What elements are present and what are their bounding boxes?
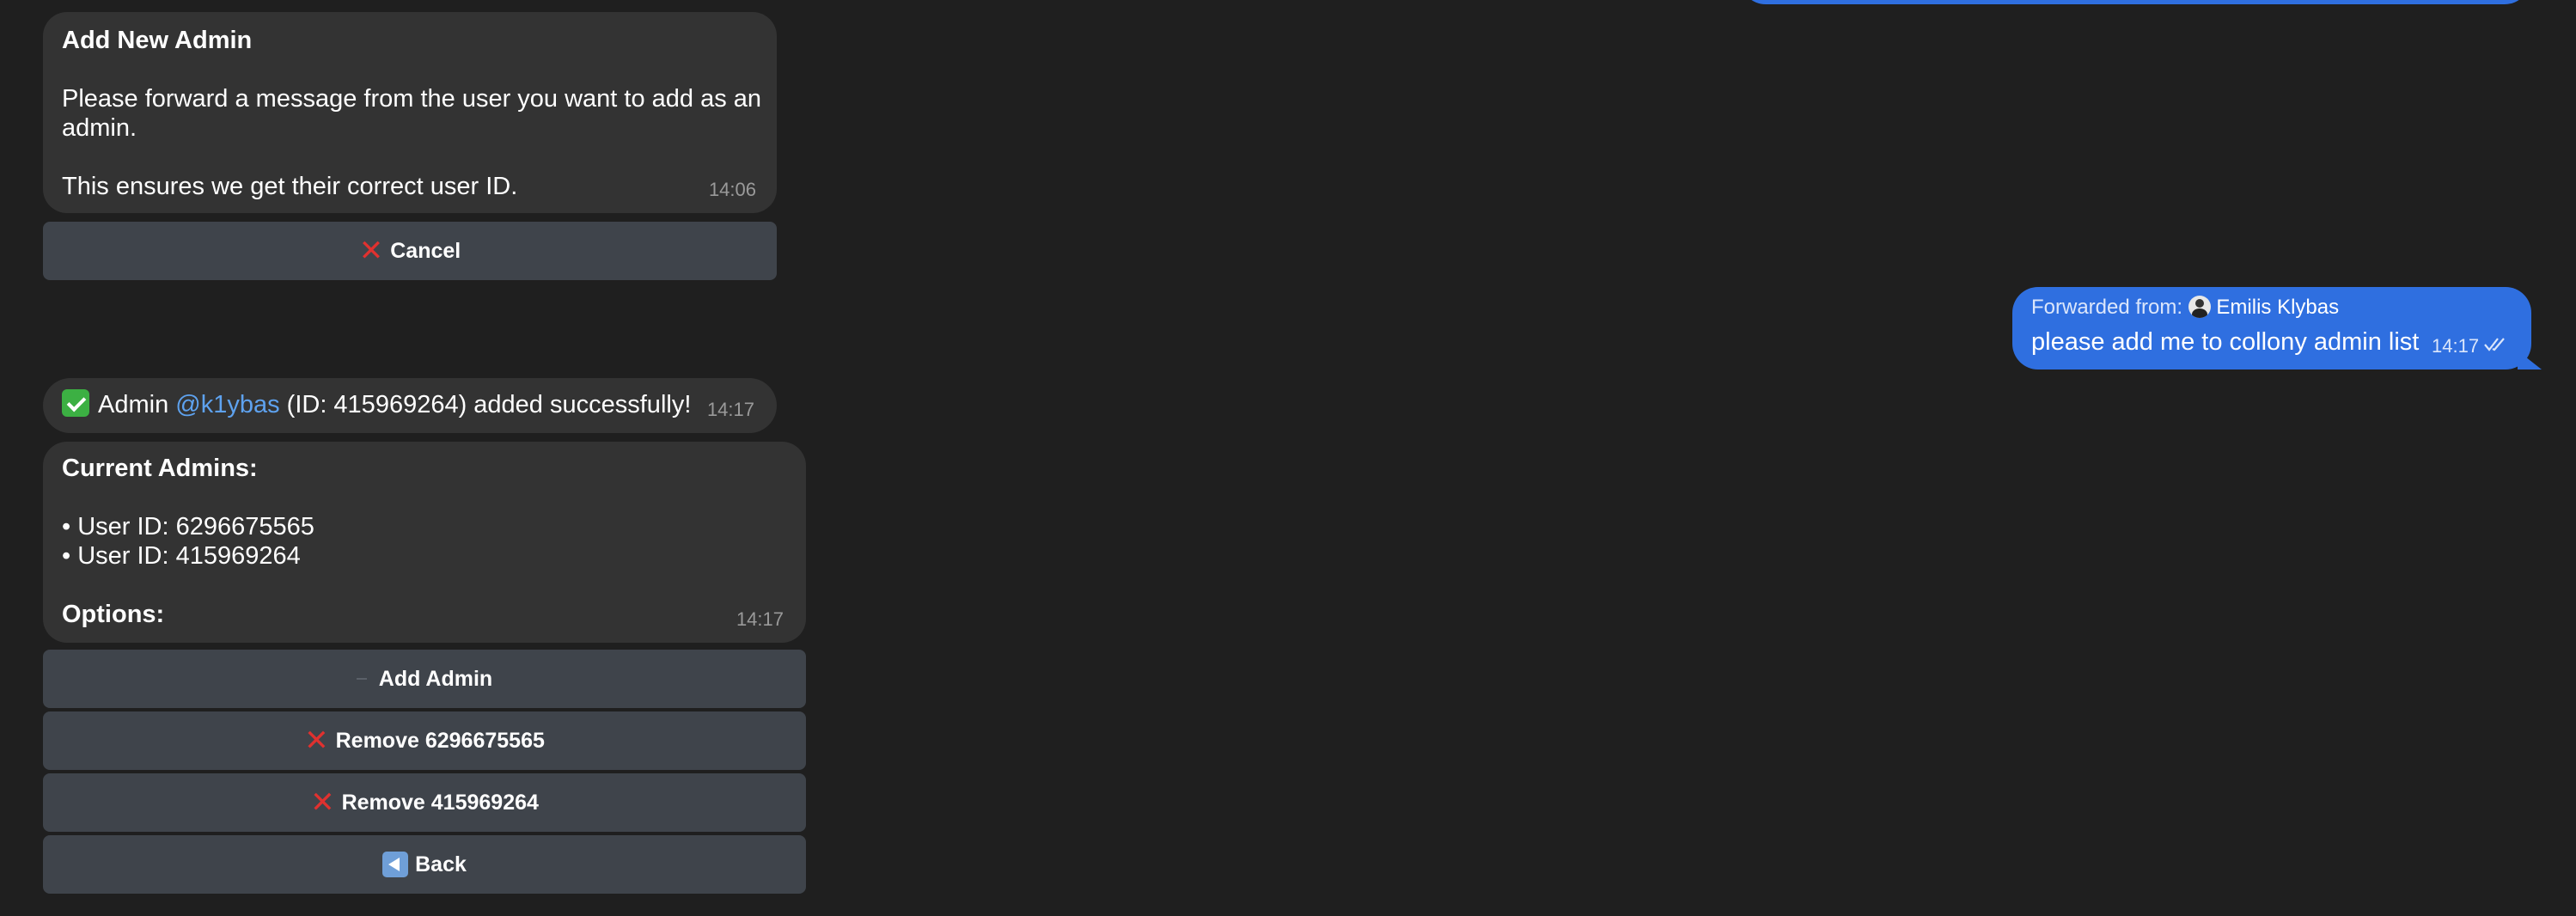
current-admins-title: Current Admins: [62,455,258,482]
forwarded-prefix: Forwarded from: [2031,296,2183,319]
current-admins-message: Current Admins: • User ID: 6296675565 • … [43,442,806,643]
message-line-3: This ensures we get their correct user I… [62,173,518,200]
current-admins-time: 14:17 [736,608,784,630]
add-admin-button-label: Add Admin [378,666,493,691]
admin-added-suffix: (ID: 415969264) added successfully! [286,391,692,418]
add-admin-icon [356,678,367,680]
admin-list-item: • User ID: 6296675565 [62,513,314,540]
cancel-button[interactable]: ✕ Cancel [43,222,777,280]
add-admin-button[interactable]: Add Admin [43,650,806,708]
message-line-1: Please forward a message from the user y… [62,85,762,113]
back-button[interactable]: Back [43,835,806,894]
admin-mention-link[interactable]: @k1ybas [175,391,279,418]
forwarded-sender-name[interactable]: Emilis Klybas [2216,296,2339,319]
back-button-label: Back [415,852,467,876]
admin-added-text: Admin @k1ybas (ID: 415969264) added succ… [62,389,692,419]
admin-added-time: 14:17 [706,399,754,420]
options-label: Options: [62,601,165,628]
admin-list-item: • User ID: 415969264 [62,542,301,570]
forwarded-header: Forwarded from: Emilis Klybas [2031,295,2339,320]
forwarded-time: 14:17 [2432,335,2480,357]
forwarded-message: Forwarded from: Emilis Klybas please add… [2012,287,2531,369]
add-admin-prompt-message: Add New Admin Please forward a message f… [43,12,777,213]
cross-mark-icon: ✕ [304,724,329,757]
double-check-icon [2483,333,2509,354]
admin-added-prefix: Admin [98,391,169,418]
remove-admin-button-label: Remove 6296675565 [335,728,545,753]
forwarded-text: please add me to collony admin list [2031,328,2420,356]
outgoing-bubble-top-partial [1740,0,2530,4]
forwarded-bubble-tail [2518,351,2542,369]
message-title: Add New Admin [62,27,253,54]
cross-mark-icon: ✕ [310,786,335,819]
remove-admin-button[interactable]: ✕ Remove 6296675565 [43,711,806,770]
remove-admin-button[interactable]: ✕ Remove 415969264 [43,773,806,832]
cross-mark-icon: ✕ [358,235,384,267]
sender-avatar[interactable] [2188,295,2211,318]
remove-admin-button-label: Remove 415969264 [341,790,539,815]
message-line-2: admin. [62,114,137,142]
back-arrow-icon [382,852,409,877]
check-mark-icon [62,389,89,418]
admin-added-message: Admin @k1ybas (ID: 415969264) added succ… [43,378,777,433]
cancel-button-label: Cancel [390,238,461,263]
message-time: 14:06 [708,179,756,200]
